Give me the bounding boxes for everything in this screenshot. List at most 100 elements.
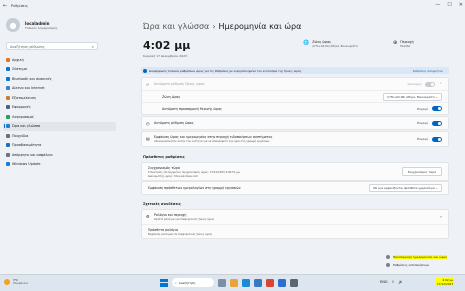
sidebar-item-time-language[interactable]: Ώρα και γλώσσα — [3, 121, 116, 131]
calendars-row: Εμφάνιση πρόσθετων ημερολογίων στη γραμμ… — [142, 182, 448, 194]
auto-time-label: Αυτόματη ρύθμιση ώρας — [154, 121, 194, 125]
region-summary: ⊕ Περιοχή Ελλάδα — [393, 40, 414, 48]
location-icon: ⊕ — [393, 40, 398, 46]
sidebar-item-label: Αρχική — [12, 57, 24, 62]
notification-settings-item[interactable]: Ρυθμίσεις ειδοποιήσεων — [380, 261, 465, 269]
sidebar-item-windows-update[interactable]: Windows Update — [3, 160, 116, 169]
office-icon[interactable] — [266, 278, 274, 287]
search-placeholder: Αναζήτηση ρύθμισης — [10, 45, 45, 49]
sidebar-item-label: Εφαρμογές — [12, 105, 31, 109]
sync-icon: ⟳ — [146, 82, 150, 87]
chevron-up-icon[interactable]: ⌃ — [439, 82, 442, 86]
sync-label: Συγχρονισμός τώρα — [148, 165, 181, 170]
maximize-button[interactable]: ☐ — [447, 2, 451, 8]
start-button[interactable] — [160, 278, 168, 287]
minimize-button[interactable]: — — [435, 2, 440, 8]
calendars-label: Εμφάνιση πρόσθετων ημερολογίων στη γραμμ… — [148, 186, 241, 190]
file-explorer-icon[interactable] — [230, 278, 238, 287]
dst-row: Αυτόματη προσαρμογή θερινής ώρας Ενεργό — [142, 102, 448, 114]
window-controls: — ☐ ✕ — [435, 2, 463, 8]
sidebar-item-label: Λογαριασμοί — [12, 114, 34, 119]
taskbar-apps: ⌕ Αναζήτηση — [160, 278, 298, 287]
related-clocks-row[interactable]: Πρόσθετα ρολόγια Εμφάνιση ρολογιών σε δι… — [142, 224, 448, 238]
weather-widget[interactable]: 3°C Ηλιοφάνεια — [4, 278, 28, 285]
sidebar-item-gaming[interactable]: Παιχνίδια — [3, 131, 116, 140]
sidebar-item-bluetooth[interactable]: Bluetooth και συσκευές — [3, 74, 116, 83]
language-indicator[interactable]: ENG — [380, 280, 388, 284]
bell-icon — [386, 263, 390, 267]
sync-now-button[interactable]: Συγχρονισμός τώρα — [401, 167, 442, 176]
title-bar: ← Ρυθμίσεις — ☐ ✕ — [0, 0, 465, 12]
auto-time-toggle[interactable] — [432, 120, 442, 126]
sidebar-item-personalization[interactable]: Εξατομίκευση — [3, 93, 116, 102]
taskbar-clock[interactable]: 4:02 μμ 17/12/2023 — [436, 278, 455, 286]
taskbar: 3°C Ηλιοφάνεια ⌕ Αναζήτηση ENG ⇧ 🔊 4:02 μ… — [0, 274, 465, 291]
timezone-dropdown-value: (UTC+02:00) Αθήνα, Βουκουρέστι — [387, 94, 435, 99]
related-timezones-row[interactable]: ⚙ Ρολόγια και περιοχή Ορίστε ρολόγια για… — [142, 210, 448, 224]
task-view-icon[interactable] — [218, 278, 226, 287]
sidebar-item-label: Σύστημα — [12, 67, 27, 71]
timezone-label: Ζώνη ώρας — [162, 94, 181, 99]
region-summary-value: Ελλάδα — [400, 44, 411, 48]
mail-icon[interactable] — [278, 278, 286, 287]
calendars-dropdown[interactable]: Να μην εμφανίζονται πρόσθετα ημερολόγια … — [369, 184, 442, 192]
tray-toggle[interactable] — [432, 136, 442, 142]
calendars-dropdown-value: Να μην εμφανίζονται πρόσθετα ημερολόγια — [373, 186, 435, 190]
auto-timezone-toggle[interactable] — [425, 81, 436, 87]
sidebar-item-label: Εξατομίκευση — [12, 95, 36, 100]
related-clocks-sub: Εμφάνιση ρολογιών σε διαφορετικές ζώνες … — [148, 232, 213, 236]
calendars-card: Εμφάνιση πρόσθετων ημερολογίων στη γραμμ… — [141, 181, 449, 195]
related-timezones-label: Ρολόγια και περιοχή — [154, 213, 187, 217]
system-icon — [6, 67, 10, 71]
sidebar-item-system[interactable]: Σύστημα — [3, 65, 116, 74]
sidebar-item-label: Δίκτυο και Internet — [12, 86, 45, 90]
settings-app-icon[interactable] — [290, 278, 298, 287]
related-timezones-sub: Ορίστε ρολόγια για διαφορετικές ζώνες ώρ… — [154, 218, 215, 221]
profile[interactable]: ● localadmin Τοπικός λογαριασμός — [6, 18, 57, 32]
person-icon — [6, 114, 10, 119]
current-time: 4:02 μμ — [143, 39, 191, 52]
globe-icon: 🌐 — [303, 40, 310, 46]
breadcrumb-parent[interactable]: Ώρα και γλώσσα — [143, 22, 209, 31]
auto-timezone-state: Ανενεργό — [407, 82, 422, 86]
sidebar-item-accessibility[interactable]: Προσβασιμότητα — [3, 141, 116, 150]
clock-context-menu: Προσαρμογή ημερομηνίας και ώρας Ρυθμίσει… — [380, 253, 465, 269]
apps-icon — [6, 105, 10, 109]
auto-timezone-row: ⟳ Αυτόματη ρύθμιση ζώνης ώρας Ανενεργό ⌃ — [142, 78, 448, 90]
timezone-row: Ζώνη ώρας (UTC+02:00) Αθήνα, Βουκουρέστι… — [142, 90, 448, 102]
store-icon[interactable] — [254, 278, 262, 287]
dst-toggle[interactable] — [432, 106, 442, 111]
auto-time-row: ◷ Αυτόματη ρύθμιση ώρας Ενεργό — [142, 117, 448, 129]
notification-settings-label: Ρυθμίσεις ειδοποιήσεων — [393, 263, 430, 267]
gamepad-icon — [6, 133, 10, 138]
sidebar-item-apps[interactable]: Εφαρμογές — [3, 103, 116, 112]
related-clocks-label: Πρόσθετα ρολόγια — [148, 227, 178, 232]
sync-card: Συγχρονισμός τώρα Τελευταίος επιτυχημένο… — [141, 162, 449, 181]
tray-overflow-icon[interactable]: ⇧ — [392, 280, 395, 284]
search-input[interactable]: Αναζήτηση ρύθμισης ⌕ — [6, 42, 98, 50]
related-links-title: Σχετικές συνδέσεις — [143, 202, 181, 206]
taskbar-search[interactable]: ⌕ Αναζήτηση — [172, 278, 214, 287]
adjust-date-time-item[interactable]: Προσαρμογή ημερομηνίας και ώρας — [380, 253, 465, 261]
window-title: Ρυθμίσεις — [11, 4, 29, 8]
update-icon — [6, 162, 10, 166]
sidebar-item-home[interactable]: Αρχική — [3, 55, 116, 64]
back-arrow-icon[interactable]: ← — [0, 3, 10, 9]
sidebar-item-label: Ώρα και γλώσσα — [12, 124, 41, 128]
search-icon: ⌕ — [91, 44, 94, 49]
breadcrumb-separator: › — [212, 22, 216, 31]
auto-timezone-label: Αυτόματη ρύθμιση ζώνης ώρας — [154, 82, 205, 86]
sidebar-item-accounts[interactable]: Λογαριασμοί — [3, 112, 116, 121]
privacy-settings-link[interactable]: Ρυθμίσεις απορρήτου — [413, 69, 443, 73]
close-button[interactable]: ✕ — [459, 2, 463, 8]
related-card: ⚙ Ρολόγια και περιοχή Ορίστε ρολόγια για… — [141, 209, 449, 239]
profile-type: Τοπικός λογαριασμός — [25, 25, 58, 30]
timezone-dropdown[interactable]: (UTC+02:00) Αθήνα, Βουκουρέστι ⌄ — [383, 92, 442, 101]
sidebar-nav: Αρχική Σύστημα Bluetooth και συσκευές Δί… — [3, 55, 116, 169]
volume-icon[interactable]: 🔊 — [398, 280, 402, 284]
sidebar-item-privacy[interactable]: Απόρρητο και ασφάλεια — [3, 150, 116, 159]
edge-browser-icon[interactable] — [242, 278, 250, 287]
settings-icon — [386, 255, 390, 259]
sidebar-item-network[interactable]: Δίκτυο και Internet — [3, 84, 116, 93]
tray-card: ▤ Εμφάνιση ώρας και ημερομηνίας στην περ… — [141, 131, 449, 147]
